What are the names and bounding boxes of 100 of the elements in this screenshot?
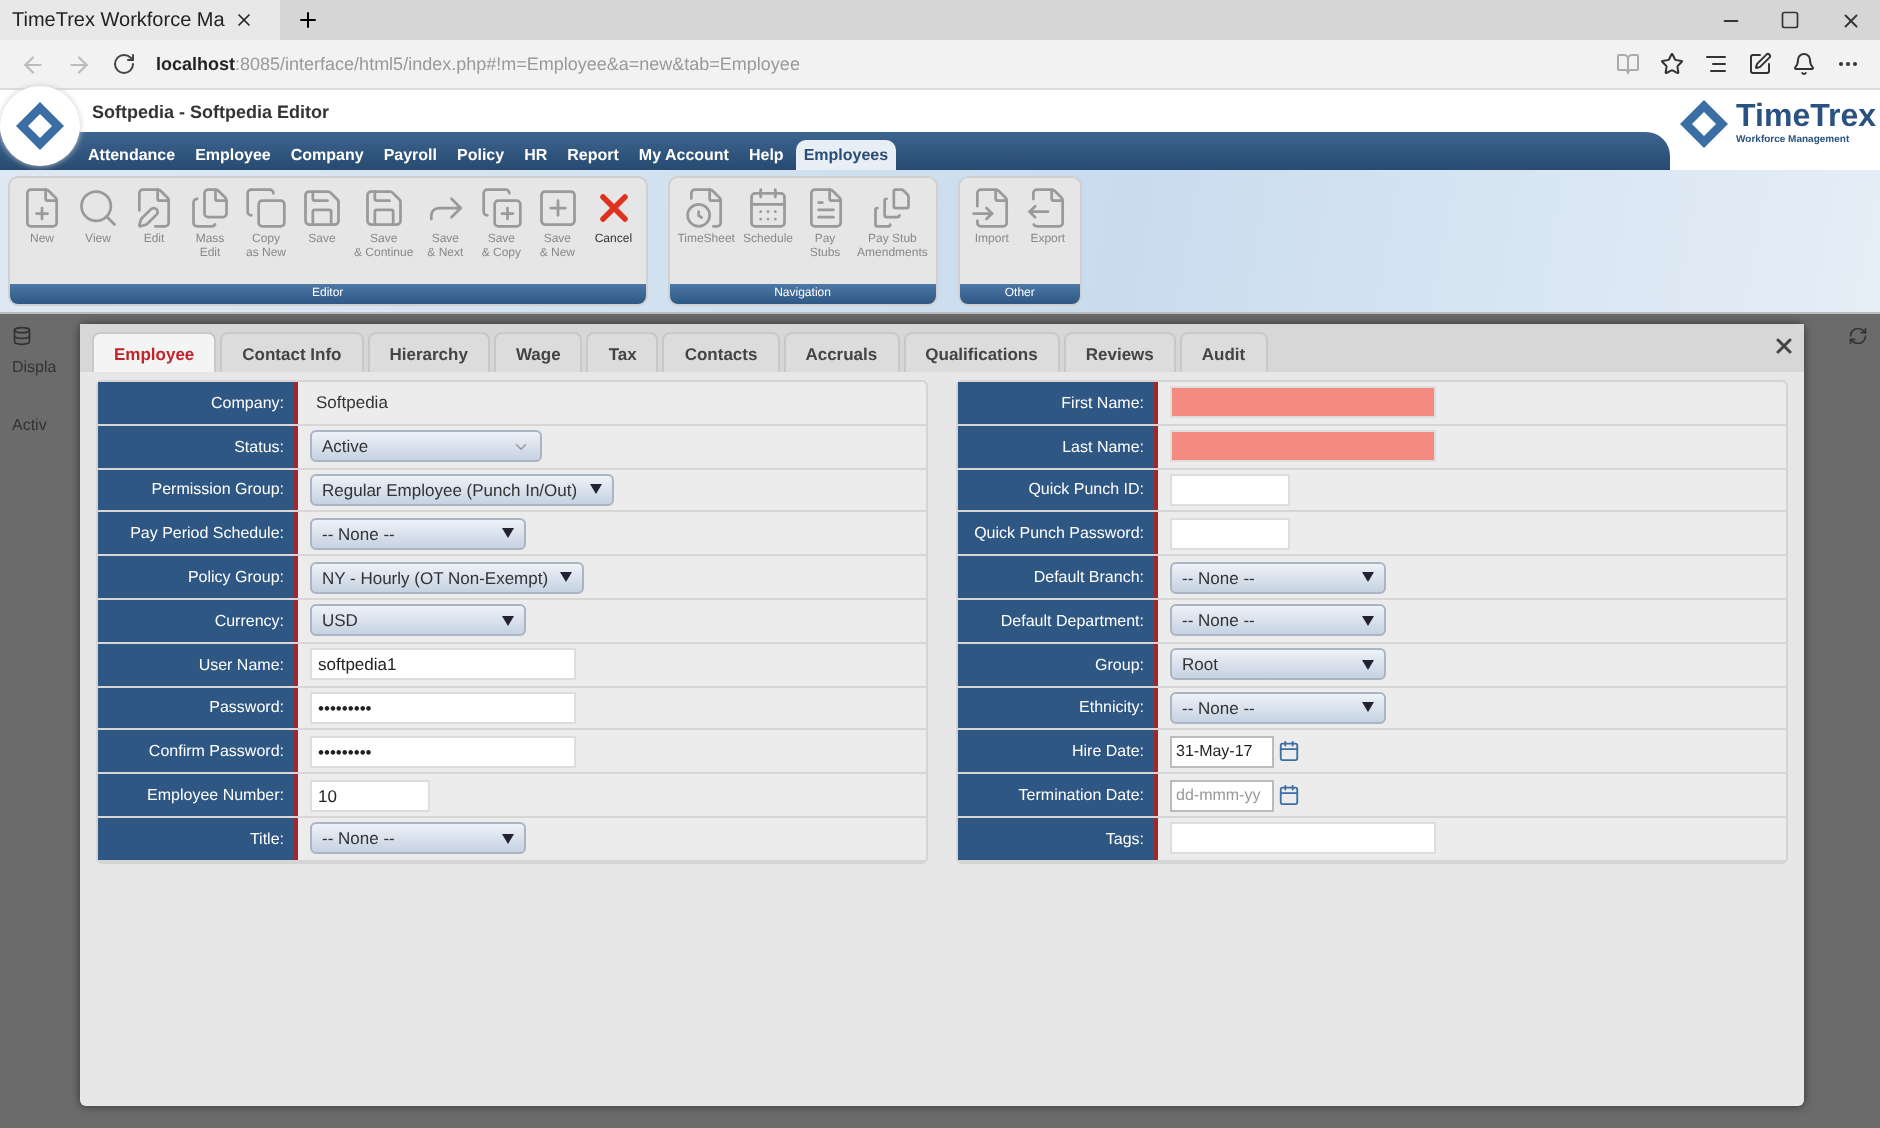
input-field[interactable]: [1170, 430, 1436, 463]
logo-icon: [1678, 98, 1731, 150]
close-icon[interactable]: [1839, 9, 1861, 31]
field-label: Last Name:: [958, 425, 1158, 468]
triangle-down-icon: [560, 572, 573, 583]
calendar-icon: [746, 186, 790, 230]
input-field[interactable]: [1170, 822, 1436, 855]
menu-item[interactable]: Company: [282, 140, 372, 170]
triangle-down-icon: [502, 528, 514, 539]
triangle-down-icon: [1362, 615, 1374, 626]
input-field[interactable]: softpedia1: [310, 648, 576, 681]
dialog-tab[interactable]: Reviews: [1063, 332, 1176, 372]
new-tab-icon[interactable]: [296, 8, 320, 32]
refresh-icon[interactable]: [112, 52, 136, 76]
dialog-tab[interactable]: Wage: [493, 332, 583, 372]
menu-item[interactable]: Report: [559, 140, 627, 170]
app-title: Softpedia - Softpedia Editor: [92, 101, 329, 121]
dropdown[interactable]: -- None --: [1170, 561, 1386, 594]
field-label: Ethnicity:: [958, 687, 1158, 729]
menu-item[interactable]: Employees: [795, 140, 897, 170]
menu-item[interactable]: My Account: [630, 140, 737, 170]
field-label: Default Branch:: [958, 556, 1158, 598]
menu-item[interactable]: Attendance: [80, 140, 184, 170]
dropdown[interactable]: -- None --: [310, 822, 526, 855]
dialog-tab[interactable]: Accruals: [783, 332, 900, 372]
field-label: Status:: [98, 425, 298, 468]
menu-item[interactable]: Help: [740, 140, 792, 170]
dropdown[interactable]: -- None --: [1170, 604, 1386, 637]
dialog-tab[interactable]: Contacts: [662, 332, 780, 372]
dropdown[interactable]: Regular Employee (Punch In/Out): [310, 473, 614, 506]
field-label: Employee Number:: [98, 774, 298, 816]
field-label: Termination Date:: [958, 774, 1158, 816]
input-field[interactable]: 10: [310, 779, 430, 812]
triangle-down-icon: [1362, 659, 1374, 670]
field-label: Default Department:: [958, 599, 1158, 642]
triangle-down-icon: [502, 833, 514, 844]
field-value: Softpedia: [314, 392, 388, 413]
field-label: Pay Period Schedule:: [98, 512, 298, 555]
calendar-icon[interactable]: [1278, 784, 1300, 807]
close-icon[interactable]: [234, 10, 255, 30]
export-document-icon: [1025, 186, 1070, 230]
field-label: Permission Group:: [98, 469, 298, 511]
triangle-down-icon: [1362, 702, 1374, 713]
field-label: Confirm Password:: [98, 730, 298, 773]
logo-name: TimeTrex: [1736, 102, 1876, 134]
dropdown[interactable]: -- None --: [1170, 691, 1386, 724]
field-label: First Name:: [958, 382, 1158, 424]
dropdown[interactable]: -- None --: [310, 517, 526, 550]
field-label: Password:: [98, 687, 298, 729]
dropdown[interactable]: Root: [1170, 648, 1386, 681]
field-label: Title:: [98, 817, 298, 860]
triangle-down-icon: [589, 484, 602, 495]
field-label: Currency:: [98, 599, 298, 642]
input-field[interactable]: [1170, 517, 1290, 550]
menu-item[interactable]: Policy: [449, 140, 513, 170]
dialog-tab[interactable]: Qualifications: [903, 332, 1060, 372]
input-field[interactable]: •••••••••: [310, 691, 576, 724]
close-icon[interactable]: [1772, 334, 1796, 358]
field-label: Quick Punch Password:: [958, 512, 1158, 555]
copy-plus-icon: [479, 186, 524, 230]
plus-square-icon: [535, 186, 580, 230]
dialog-tab[interactable]: Tax: [586, 332, 659, 372]
dialog-tab[interactable]: Audit: [1179, 332, 1268, 372]
field-label: Group:: [958, 643, 1158, 686]
dialog-tab[interactable]: Contact Info: [220, 332, 364, 372]
field-label: Hire Date:: [958, 730, 1158, 773]
dialog-tab[interactable]: Hierarchy: [367, 332, 490, 372]
pen-icon[interactable]: [1748, 52, 1772, 76]
new-document-icon: [20, 186, 64, 230]
menu-item[interactable]: HR: [516, 140, 556, 170]
field-label: Policy Group:: [98, 556, 298, 598]
date-field[interactable]: 31-May-17: [1170, 735, 1274, 768]
input-field[interactable]: [1170, 473, 1290, 506]
star-icon[interactable]: [1660, 52, 1684, 76]
documents-icon: [188, 186, 232, 230]
lines-icon[interactable]: [1704, 52, 1728, 76]
dropdown[interactable]: USD: [310, 604, 526, 637]
date-field[interactable]: dd-mmm-yy: [1170, 779, 1274, 812]
triangle-down-icon: [502, 615, 514, 626]
import-document-icon: [969, 186, 1014, 230]
calendar-icon[interactable]: [1278, 740, 1300, 763]
filter-label: Displa: [12, 358, 57, 376]
edit-document-icon: [132, 186, 176, 230]
dropdown[interactable]: NY - Hourly (OT Non-Exempt): [310, 561, 585, 594]
input-field[interactable]: •••••••••: [310, 735, 576, 768]
field-label: User Name:: [98, 643, 298, 686]
field-label: Quick Punch ID:: [958, 469, 1158, 511]
triangle-down-icon: [1362, 572, 1374, 583]
field-label: Tags:: [958, 817, 1158, 860]
maximize-icon[interactable]: [1780, 10, 1800, 30]
copy-icon: [244, 186, 288, 230]
documents-icon: [870, 186, 915, 230]
input-field[interactable]: [1170, 386, 1436, 419]
bell-icon[interactable]: [1792, 52, 1816, 76]
dropdown[interactable]: Active: [310, 430, 542, 463]
menu-item[interactable]: Employee: [187, 140, 279, 170]
field-label: Company:: [98, 382, 298, 424]
dialog-tab[interactable]: Employee: [92, 332, 217, 372]
menu-item[interactable]: Payroll: [375, 140, 445, 170]
browser-tab[interactable]: TimeTrex Workforce Ma: [0, 0, 280, 40]
